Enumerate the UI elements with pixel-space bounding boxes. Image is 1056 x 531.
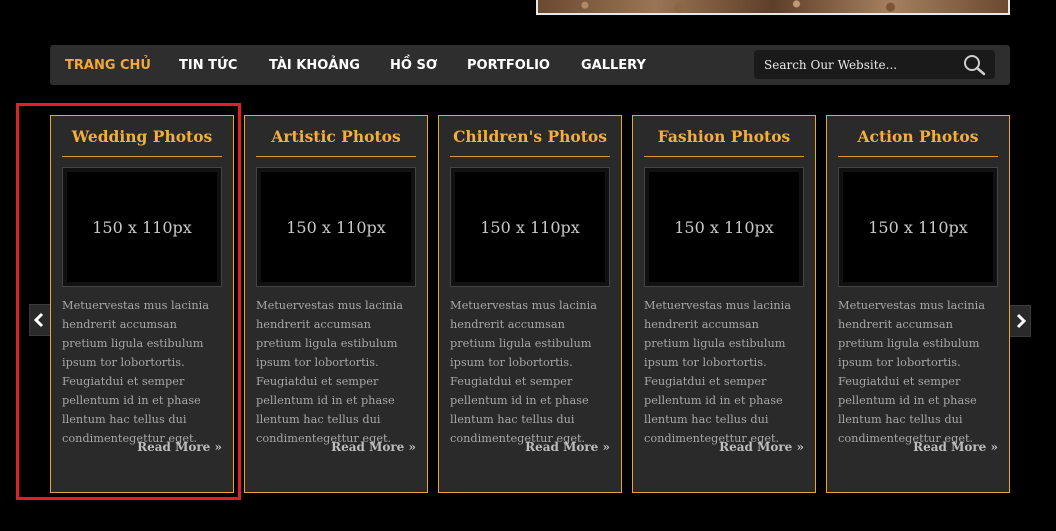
main-navbar: TRANG CHỦ TIN TỨC TÀI KHOẢNG HỒ SƠ PORTF… xyxy=(50,45,1010,85)
thumbnail-placeholder: 150 x 110px xyxy=(843,172,993,282)
card-divider xyxy=(838,156,998,157)
card-title[interactable]: Artistic Photos xyxy=(256,127,416,146)
nav-item-portfolio[interactable]: PORTFOLIO xyxy=(467,45,550,85)
card-title[interactable]: Action Photos xyxy=(838,127,998,146)
read-more-link[interactable]: Read More » xyxy=(525,440,610,454)
hero-image xyxy=(536,0,1010,15)
search-input[interactable] xyxy=(754,50,954,79)
carousel-next-button[interactable] xyxy=(1009,305,1031,337)
gallery-card-action: Action Photos 150 x 110px Metuervestas m… xyxy=(826,115,1010,493)
card-thumbnail[interactable]: 150 x 110px xyxy=(450,167,610,287)
card-title[interactable]: Children's Photos xyxy=(450,127,610,146)
card-title[interactable]: Fashion Photos xyxy=(644,127,804,146)
thumbnail-placeholder: 150 x 110px xyxy=(455,172,605,282)
nav-item-trang-chu[interactable]: TRANG CHỦ xyxy=(65,45,151,85)
search-icon[interactable] xyxy=(962,54,988,76)
gallery-card-childrens: Children's Photos 150 x 110px Metuervest… xyxy=(438,115,622,493)
read-more-link[interactable]: Read More » xyxy=(331,440,416,454)
nav-item-tai-khoang[interactable]: TÀI KHOẢNG xyxy=(269,45,360,85)
card-thumbnail[interactable]: 150 x 110px xyxy=(644,167,804,287)
card-divider xyxy=(450,156,610,157)
card-thumbnail[interactable]: 150 x 110px xyxy=(256,167,416,287)
card-description: Metuervestas mus lacinia hendrerit accum… xyxy=(838,299,985,445)
card-thumbnail[interactable]: 150 x 110px xyxy=(838,167,998,287)
read-more-link[interactable]: Read More » xyxy=(719,440,804,454)
read-more-link[interactable]: Read More » xyxy=(913,440,998,454)
nav-item-gallery[interactable]: GALLERY xyxy=(581,45,646,85)
card-description: Metuervestas mus lacinia hendrerit accum… xyxy=(450,299,597,445)
chevron-right-icon xyxy=(1016,313,1027,329)
thumbnail-placeholder: 150 x 110px xyxy=(649,172,799,282)
search-box xyxy=(754,50,995,79)
selection-highlight xyxy=(16,103,241,500)
nav-item-tin-tuc[interactable]: TIN TỨC xyxy=(179,45,237,85)
gallery-card-fashion: Fashion Photos 150 x 110px Metuervestas … xyxy=(632,115,816,493)
gallery-card-artistic: Artistic Photos 150 x 110px Metuervestas… xyxy=(244,115,428,493)
nav-item-ho-so[interactable]: HỒ SƠ xyxy=(390,45,437,85)
card-divider xyxy=(644,156,804,157)
card-description: Metuervestas mus lacinia hendrerit accum… xyxy=(644,299,791,445)
card-divider xyxy=(256,156,416,157)
thumbnail-placeholder: 150 x 110px xyxy=(261,172,411,282)
card-description: Metuervestas mus lacinia hendrerit accum… xyxy=(256,299,403,445)
